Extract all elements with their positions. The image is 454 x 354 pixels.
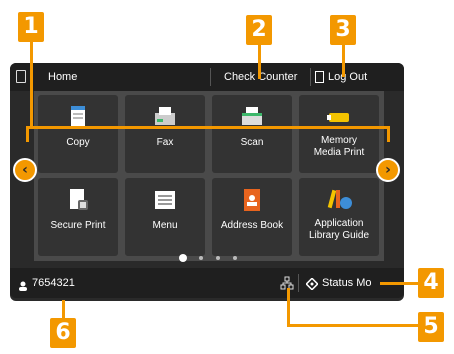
status-monitor-button[interactable]: Status Mo <box>322 268 372 298</box>
callout-leader <box>62 300 65 320</box>
page-indicator <box>216 256 220 260</box>
secure-print-tile[interactable]: Secure Print <box>38 178 118 256</box>
callout-badge-1: 1 <box>18 12 44 42</box>
page-indicator-active <box>179 254 187 262</box>
page-indicator <box>199 256 203 260</box>
callout-badge-2: 2 <box>246 15 272 45</box>
tile-label: Application Library Guide <box>308 218 370 241</box>
callout-leader <box>287 324 419 327</box>
user-id: 7654321 <box>32 277 75 289</box>
divider <box>298 274 299 292</box>
callout-badge-4: 4 <box>418 268 444 298</box>
status-monitor-icon <box>305 277 319 295</box>
menu-icon <box>155 191 175 209</box>
home-icon[interactable] <box>16 70 26 83</box>
user-icon <box>19 278 27 291</box>
page-indicator <box>233 256 237 260</box>
callout-badge-3: 3 <box>330 15 356 45</box>
menu-tile[interactable]: Menu <box>125 178 205 256</box>
secure-print-icon <box>70 189 88 210</box>
address-book-tile[interactable]: Address Book <box>212 178 292 256</box>
tile-label: Address Book <box>220 220 284 231</box>
logout-icon <box>315 71 324 83</box>
callout-leader <box>30 42 33 128</box>
callout-frame <box>26 126 390 142</box>
application-library-icon <box>327 189 352 209</box>
next-page-button[interactable]: › <box>376 158 400 182</box>
divider <box>210 68 211 86</box>
callout-leader <box>287 288 290 326</box>
callout-leader <box>258 45 261 79</box>
application-library-guide-tile[interactable]: Application Library Guide <box>299 178 379 256</box>
address-book-icon <box>244 189 260 211</box>
callout-leader <box>380 282 418 285</box>
bottom-bar: 7654321 Status Mo <box>10 268 404 298</box>
tile-label: Secure Print <box>50 220 106 231</box>
previous-page-button[interactable]: ‹ <box>13 158 37 182</box>
callout-badge-5: 5 <box>418 312 444 342</box>
tile-label: Menu <box>152 220 178 231</box>
home-label: Home <box>48 71 78 83</box>
callout-badge-6: 6 <box>50 318 76 348</box>
divider <box>310 68 311 86</box>
logout-button[interactable]: Log Out <box>328 63 367 91</box>
callout-leader <box>342 45 345 77</box>
